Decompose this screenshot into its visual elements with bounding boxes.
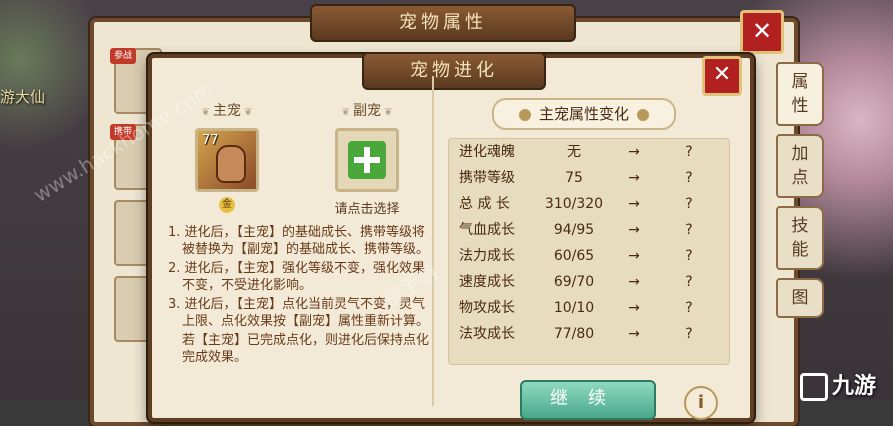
table-row: 法攻成长 77/80 →? bbox=[449, 321, 729, 347]
evolution-notes: 1. 进化后，【主宠】的基础成长、携带等级将被替换为【副宠】的基础成长、携带等级… bbox=[168, 224, 430, 366]
continue-button[interactable]: 继续 bbox=[520, 380, 656, 420]
stat-value: 94/95 bbox=[553, 222, 595, 238]
sub-pet-hint: 请点击选择 bbox=[334, 202, 400, 217]
stat-new-value: ? bbox=[685, 196, 693, 212]
sub-pet-select-button[interactable] bbox=[335, 128, 399, 192]
table-row: 进化魂魄 无 →? bbox=[449, 139, 729, 165]
character-name: 游大仙 bbox=[0, 88, 46, 106]
arrow-icon: → bbox=[628, 222, 640, 238]
stat-name: 携带等级 bbox=[459, 170, 515, 186]
note-item: 2. 进化后，【主宠】强化等级不变，强化效果不变，不受进化影响。 bbox=[168, 261, 426, 293]
arrow-icon: → bbox=[628, 170, 640, 186]
logo-icon bbox=[800, 373, 828, 401]
status-badge: 参战 bbox=[110, 48, 136, 64]
arrow-icon: → bbox=[628, 144, 640, 160]
arrow-icon: → bbox=[628, 196, 640, 212]
stat-new-value: ? bbox=[685, 274, 693, 290]
main-pet-portrait[interactable]: 77 bbox=[195, 128, 259, 192]
stats-table: 进化魂魄 无 →? 携带等级 75 →? 总 成 长 310/320 →? 气血成长 94/95 →?… bbox=[448, 138, 730, 365]
stat-value: 310/320 bbox=[544, 196, 604, 212]
pet-level: 77 bbox=[202, 133, 219, 148]
arrow-icon: → bbox=[628, 274, 640, 290]
table-row: 速度成长 69/70 →? bbox=[449, 269, 729, 295]
stat-name: 物攻成长 bbox=[459, 300, 515, 316]
stat-value: 75 bbox=[565, 170, 583, 186]
note-item: 1. 进化后，【主宠】的基础成长、携带等级将被替换为【副宠】的基础成长、携带等级… bbox=[168, 225, 430, 257]
stat-new-value: ? bbox=[685, 222, 693, 238]
arrow-icon: → bbox=[628, 300, 640, 316]
stat-value: 无 bbox=[567, 144, 581, 160]
main-pet-label: ❦ 主宠 ❦ bbox=[201, 103, 253, 119]
tab-attributes[interactable]: 属性 bbox=[776, 62, 824, 126]
side-tabs: 属性 加点 技能 图 bbox=[776, 62, 824, 326]
window-title: 宠物属性 bbox=[310, 4, 576, 42]
arrow-icon: → bbox=[628, 326, 640, 342]
table-row: 携带等级 75 →? bbox=[449, 165, 729, 191]
table-row: 总 成 长 310/320 →? bbox=[449, 191, 729, 217]
note-item: 3. 进化后，【主宠】点化当前灵气不变，灵气上限、点化效果按【副宠】属性重新计算… bbox=[168, 297, 430, 329]
sub-pet-panel: ❦ 副宠 ❦ 请点击选择 bbox=[322, 100, 412, 217]
stat-new-value: ? bbox=[685, 248, 693, 264]
status-badge: 携带 bbox=[110, 124, 136, 140]
grade-badge: 金 bbox=[219, 197, 235, 213]
stat-new-value: ? bbox=[685, 144, 693, 160]
table-row: 物攻成长 10/10 →? bbox=[449, 295, 729, 321]
dialog-title: 宠物进化 bbox=[362, 52, 546, 90]
plus-icon bbox=[348, 141, 386, 179]
stat-value: 10/10 bbox=[553, 300, 595, 316]
tab-add-points[interactable]: 加点 bbox=[776, 134, 824, 198]
stat-value: 69/70 bbox=[553, 274, 595, 290]
stat-new-value: ? bbox=[685, 170, 693, 186]
stat-new-value: ? bbox=[685, 326, 693, 342]
arrow-icon: → bbox=[628, 248, 640, 264]
stat-name: 进化魂魄 bbox=[459, 144, 515, 160]
stat-name: 气血成长 bbox=[459, 222, 515, 238]
tab-skills[interactable]: 技能 bbox=[776, 206, 824, 270]
table-row: 气血成长 94/95 →? bbox=[449, 217, 729, 243]
close-button[interactable]: ✕ bbox=[740, 10, 784, 54]
divider bbox=[432, 76, 434, 406]
bullet-icon bbox=[518, 108, 531, 121]
info-icon[interactable]: i bbox=[684, 386, 718, 420]
stat-name: 法力成长 bbox=[459, 248, 515, 264]
site-logo: 九游 bbox=[800, 368, 876, 401]
stat-value: 60/65 bbox=[553, 248, 595, 264]
stat-name: 法攻成长 bbox=[459, 326, 515, 342]
pet-evolution-dialog: 宠物进化 ✕ ❦ 主宠 ❦ 77 金 ❦ 副宠 ❦ 请点击选择 1. 进化后，【… bbox=[148, 52, 754, 422]
table-row: 法力成长 60/65 →? bbox=[449, 243, 729, 269]
stat-new-value: ? bbox=[685, 300, 693, 316]
tab-illustration[interactable]: 图 bbox=[776, 278, 824, 318]
stat-name: 总 成 长 bbox=[459, 196, 510, 212]
pet-avatar-icon bbox=[216, 145, 246, 183]
stat-value: 77/80 bbox=[553, 326, 595, 342]
sub-pet-label: ❦ 副宠 ❦ bbox=[341, 103, 393, 119]
stat-name: 速度成长 bbox=[459, 274, 515, 290]
stats-title: 主宠属性变化 bbox=[492, 98, 676, 130]
bullet-icon bbox=[637, 108, 649, 121]
close-button[interactable]: ✕ bbox=[702, 56, 742, 96]
main-pet-panel: ❦ 主宠 ❦ 77 金 bbox=[182, 100, 272, 213]
note-extra: 若【主宠】已完成点化，则进化后保持点化完成效果。 bbox=[182, 333, 430, 365]
